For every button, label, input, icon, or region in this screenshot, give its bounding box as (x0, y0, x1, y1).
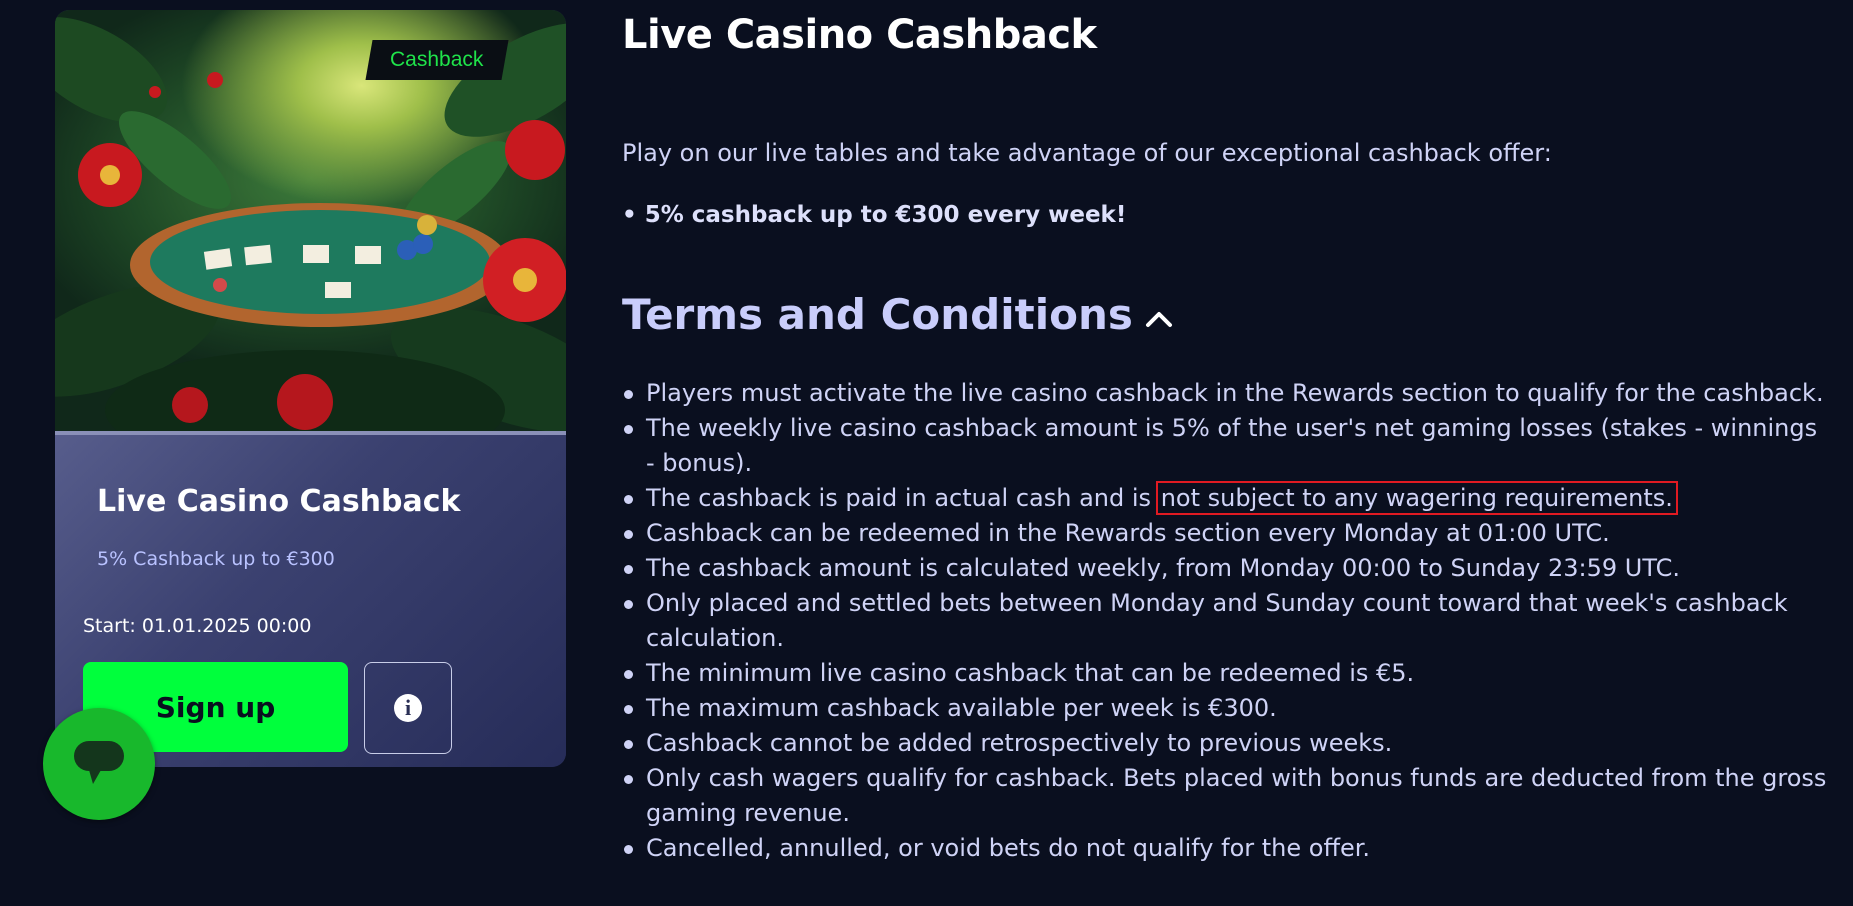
promo-card: Cashback Live Casino Cashback 5% Cashbac… (55, 10, 566, 767)
chevron-up-icon[interactable] (1145, 290, 1173, 339)
promo-card-body: Live Casino Cashback 5% Cashback up to €… (55, 431, 566, 767)
chat-button[interactable] (43, 708, 155, 820)
terms-item: The maximum cashback available per week … (622, 691, 1832, 726)
promo-subtitle: 5% Cashback up to €300 (97, 548, 335, 570)
cashback-badge: Cashback (365, 40, 509, 80)
promo-title: Live Casino Cashback (97, 484, 461, 519)
info-icon: i (394, 694, 422, 722)
terms-heading[interactable]: Terms and Conditions (622, 290, 1173, 339)
terms-list: Players must activate the live casino ca… (622, 376, 1832, 866)
terms-item: Cashback can be redeemed in the Rewards … (622, 516, 1832, 551)
terms-item: Players must activate the live casino ca… (622, 376, 1832, 411)
page-title: Live Casino Cashback (622, 12, 1097, 58)
terms-item: Only cash wagers qualify for cashback. B… (622, 761, 1832, 831)
terms-item: The weekly live casino cashback amount i… (622, 411, 1832, 481)
terms-item: The cashback amount is calculated weekly… (622, 551, 1832, 586)
highlighted-wagering-text: not subject to any wagering requirements… (1155, 481, 1678, 515)
terms-item: The minimum live casino cashback that ca… (622, 656, 1832, 691)
terms-item-text: The cashback is paid in actual cash and … (646, 484, 1159, 512)
offer-highlight: • 5% cashback up to €300 every week! (622, 202, 1127, 228)
terms-item: The cashback is paid in actual cash and … (622, 481, 1832, 516)
terms-item: Only placed and settled bets between Mon… (622, 586, 1832, 656)
terms-item: Cancelled, annulled, or void bets do not… (622, 831, 1832, 866)
info-button[interactable]: i (364, 662, 452, 754)
terms-item: Cashback cannot be added retrospectively… (622, 726, 1832, 761)
promo-start-date: Start: 01.01.2025 00:00 (83, 615, 312, 637)
offer-intro: Play on our live tables and take advanta… (622, 139, 1552, 167)
chat-icon (74, 741, 124, 784)
terms-heading-label: Terms and Conditions (622, 290, 1133, 339)
promo-image: Cashback (55, 10, 566, 431)
